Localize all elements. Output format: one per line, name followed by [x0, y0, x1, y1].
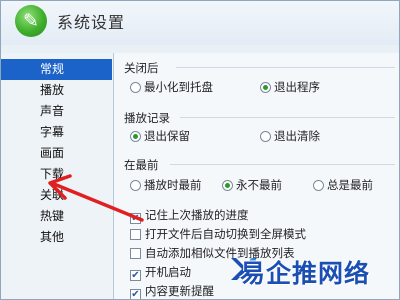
title-bar: ✎ 系统设置: [1, 1, 399, 45]
checkbox-update-reminder[interactable]: ✔ 内容更新提醒: [130, 283, 214, 299]
section-title-close: 关闭后: [124, 61, 159, 75]
checkbox-label: 内容更新提醒: [145, 284, 214, 298]
settings-sidebar: 常规 播放 声音 字幕 画面 下载 关联 热键 其他: [1, 53, 114, 299]
radio-ontop-while-playing[interactable]: 播放时最前: [130, 177, 202, 193]
checkbox-label: 开机启动: [145, 265, 191, 279]
checkbox-checked-icon[interactable]: ✔: [130, 213, 141, 224]
checkbox-label: 打开文件后自动切换到全屏模式: [145, 227, 306, 241]
radio-button-icon[interactable]: [260, 131, 271, 142]
sidebar-item-playback[interactable]: 播放: [1, 80, 112, 101]
sidebar-item-sound[interactable]: 声音: [1, 101, 112, 122]
sidebar-item-picture[interactable]: 画面: [1, 143, 112, 164]
watermark-text: 易企推网络: [240, 259, 371, 288]
radio-button-checked-icon[interactable]: [222, 180, 233, 191]
radio-never-ontop[interactable]: 永不最前: [222, 177, 282, 193]
checkbox-icon[interactable]: [130, 229, 141, 240]
checkbox-checked-icon[interactable]: ✔: [130, 270, 141, 281]
checkbox-start-on-boot[interactable]: ✔ 开机启动: [130, 264, 191, 281]
radio-label: 退出清除: [274, 129, 320, 143]
radio-label: 最小化到托盘: [144, 80, 213, 94]
sidebar-item-other[interactable]: 其他: [1, 227, 112, 248]
radio-label: 退出保留: [144, 129, 190, 143]
radio-label: 退出程序: [274, 80, 320, 94]
divider: [180, 117, 395, 118]
radio-label: 总是最前: [327, 178, 373, 192]
sidebar-item-download[interactable]: 下载: [1, 164, 112, 185]
radio-keep-on-exit[interactable]: 退出保留: [130, 128, 190, 144]
radio-label: 永不最前: [236, 178, 282, 192]
sidebar-item-subtitles[interactable]: 字幕: [1, 122, 112, 143]
section-title-ontop: 在最前: [124, 158, 159, 172]
sidebar-item-general[interactable]: 常规: [1, 59, 112, 80]
checkbox-remember-progress[interactable]: ✔ 记住上次播放的进度: [130, 207, 249, 224]
checkbox-checked-icon[interactable]: ✔: [130, 289, 141, 299]
radio-button-checked-icon[interactable]: [260, 82, 271, 93]
radio-label: 播放时最前: [144, 178, 202, 192]
checkbox-auto-fullscreen[interactable]: 打开文件后自动切换到全屏模式: [130, 226, 306, 243]
wrench-icon: ✎: [15, 5, 47, 37]
radio-clear-on-exit[interactable]: 退出清除: [260, 128, 320, 144]
divider: [170, 164, 395, 165]
sidebar-item-hotkeys[interactable]: 热键: [1, 206, 112, 227]
radio-always-ontop[interactable]: 总是最前: [313, 177, 373, 193]
radio-button-icon[interactable]: [130, 82, 141, 93]
radio-minimize-to-tray[interactable]: 最小化到托盘: [130, 79, 213, 95]
checkbox-label: 记住上次播放的进度: [145, 208, 249, 222]
sidebar-item-association[interactable]: 关联: [1, 185, 112, 206]
radio-button-checked-icon[interactable]: [130, 131, 141, 142]
radio-button-icon[interactable]: [130, 180, 141, 191]
window-title: 系统设置: [57, 13, 126, 32]
radio-button-icon[interactable]: [313, 180, 324, 191]
radio-exit-program[interactable]: 退出程序: [260, 79, 320, 95]
section-title-history: 播放记录: [124, 111, 170, 125]
checkbox-icon[interactable]: [130, 248, 141, 259]
divider: [176, 67, 395, 68]
